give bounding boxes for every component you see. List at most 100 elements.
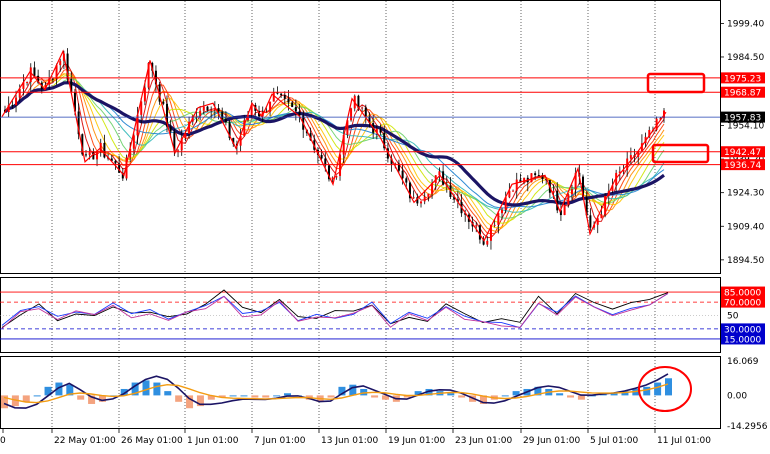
candle-body — [501, 209, 504, 214]
macd-histogram-bar — [349, 384, 357, 396]
macd-histogram-bar — [77, 395, 85, 400]
candle-body — [600, 214, 603, 219]
macd-histogram-bar — [284, 393, 292, 396]
candle-body — [265, 111, 268, 113]
candle-body — [283, 95, 286, 99]
candle-body — [412, 197, 415, 199]
oscillator-mid-label: 50 — [727, 312, 739, 322]
macd-histogram-bar — [654, 382, 662, 396]
price-level-tag-label: 1942.47 — [724, 148, 761, 158]
candle-body — [280, 93, 283, 96]
price-axis-label: 1924.30 — [727, 189, 764, 199]
candle-body — [537, 175, 540, 177]
candle-body — [217, 107, 220, 112]
macd-histogram-bar — [567, 395, 575, 398]
candle-body — [221, 111, 224, 120]
time-axis-label: 19 Jun 01:00 — [388, 436, 445, 446]
candle-body — [335, 175, 338, 178]
price-axis-label: 1999.40 — [727, 19, 764, 29]
time-axis-label: 11 Jul 01:00 — [657, 436, 711, 446]
candle-body — [331, 177, 334, 180]
candle-body — [294, 107, 297, 112]
time-axis-label: 29 Jun 01:00 — [523, 436, 580, 446]
time-axis-label: 13 Jun 01:00 — [321, 436, 378, 446]
macd-histogram-bar — [229, 395, 237, 397]
macd-histogram-bar — [556, 393, 564, 396]
macd-histogram-bar — [577, 395, 585, 400]
candle-body — [26, 82, 29, 84]
macd-histogram-bar — [33, 395, 41, 397]
candle-body — [15, 97, 18, 106]
candle-body — [33, 67, 36, 76]
price-level-tag-label: 1936.74 — [724, 161, 761, 171]
candle-body — [420, 201, 423, 204]
macd-histogram-bar — [458, 395, 466, 398]
candle-body — [350, 108, 353, 121]
candle-body — [59, 60, 62, 66]
candle-body — [552, 190, 555, 193]
candle-body — [162, 101, 165, 104]
macd-histogram-bar — [327, 395, 335, 398]
candle-body — [202, 106, 205, 111]
candle-body — [401, 170, 404, 179]
candle-body — [512, 190, 515, 192]
candle-body — [199, 110, 202, 116]
macd-histogram-bar — [371, 395, 379, 398]
candle-body — [84, 154, 87, 156]
candle-body — [269, 101, 272, 112]
macd-histogram-bar — [447, 393, 455, 396]
macd-histogram-bar — [643, 386, 651, 396]
current-price-label: 1957.83 — [724, 114, 761, 124]
macd-histogram-bar — [22, 395, 30, 402]
candle-body — [224, 119, 227, 123]
candle-body — [427, 193, 430, 197]
candle-body — [320, 154, 323, 159]
candle-body — [379, 128, 382, 133]
price-plot — [0, 48, 720, 250]
oscillator-level-label: 70.0000 — [724, 299, 761, 309]
candle-body — [143, 87, 146, 102]
candle-body — [515, 179, 518, 191]
candle-body — [475, 225, 478, 227]
time-axis-label: 7 Jun 01:00 — [254, 436, 306, 446]
candle-body — [567, 194, 570, 205]
candle-body — [534, 173, 537, 176]
candle-body — [210, 109, 213, 111]
oscillator-level-label: 15.0000 — [724, 335, 761, 345]
macd-histogram-bar — [175, 395, 183, 402]
candle-body — [493, 224, 496, 226]
candle-body — [497, 213, 500, 225]
macd-histogram-bar — [164, 391, 172, 396]
candle-body — [530, 173, 533, 183]
candle-body — [629, 155, 632, 159]
candle-body — [478, 225, 481, 240]
time-axis-label: 23 Jun 01:00 — [455, 436, 512, 446]
candle-body — [589, 215, 592, 228]
price-axis-label: 1984.50 — [727, 53, 764, 63]
highlight-box-resistance — [646, 72, 706, 94]
macd-plot — [1, 373, 672, 409]
price-axis-label: 1894.50 — [727, 256, 764, 266]
oscillator-line-fast — [1, 289, 669, 328]
price-level-tag-label: 1968.87 — [724, 89, 761, 99]
candle-body — [298, 111, 301, 116]
macd-histogram-bar — [240, 395, 248, 397]
chart-svg: 1999.401984.501954.101939.201924.301909.… — [0, 0, 768, 446]
time-axis-label: 1 Jun 01:00 — [187, 436, 239, 446]
macd-histogram-bar — [273, 395, 281, 397]
candle-body — [96, 151, 99, 160]
trading-chart: 1999.401984.501954.101939.201924.301909.… — [0, 0, 770, 450]
macd-axis-label: 16.069 — [727, 357, 759, 367]
price-panel-frame — [0, 0, 721, 274]
candle-body — [570, 189, 573, 195]
time-axis-label: 0 — [0, 436, 6, 446]
candle-body — [287, 98, 290, 103]
time-axis-label: 5 Jul 01:00 — [590, 436, 639, 446]
candle-body — [195, 115, 198, 117]
macd-histogram-bar — [665, 378, 672, 396]
candle-body — [103, 142, 106, 158]
time-axis-label: 22 May 01:00 — [54, 436, 116, 446]
candle-body — [206, 106, 209, 111]
candle-body — [291, 102, 294, 108]
macd-histogram-bar — [251, 395, 259, 398]
